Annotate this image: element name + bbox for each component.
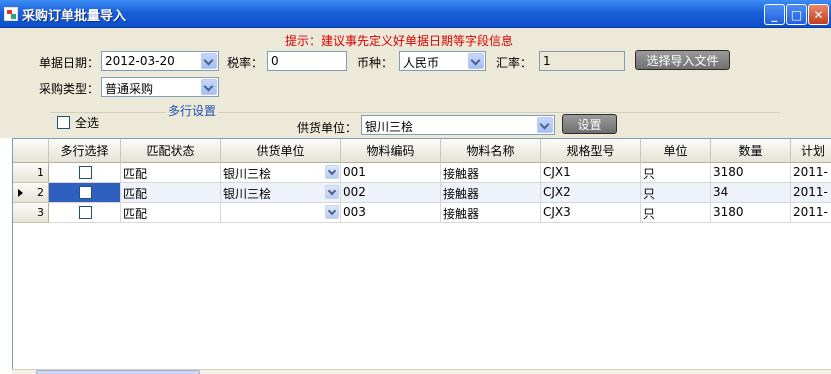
- doc-date-label: 单据日期：: [39, 56, 100, 70]
- quantity-cell[interactable]: 3180: [711, 163, 791, 183]
- material-code-cell[interactable]: 002: [341, 183, 441, 203]
- chevron-down-icon[interactable]: [537, 117, 553, 133]
- order-grid[interactable]: 多行选择 匹配状态 供货单位 物料编码 物料名称 规格型号 单位 数量 计划 1…: [12, 138, 831, 374]
- chevron-down-icon[interactable]: [325, 205, 339, 219]
- currency-select[interactable]: 人民币: [399, 51, 486, 71]
- supplier-select[interactable]: 银川三桧: [361, 115, 555, 135]
- column-header[interactable]: 单位: [641, 139, 711, 163]
- exchange-rate-input: 1: [539, 51, 625, 71]
- plan-date-cell[interactable]: 2011-: [791, 203, 831, 223]
- horizontal-scrollbar[interactable]: [12, 369, 831, 374]
- multi-select-cell[interactable]: [49, 203, 121, 223]
- column-header[interactable]: 数量: [711, 139, 791, 163]
- row-header-corner: [13, 139, 49, 163]
- hint-text: 提示：建议事先定义好单据日期等字段信息: [285, 34, 514, 48]
- close-button[interactable]: ✕: [808, 4, 829, 25]
- chevron-down-icon[interactable]: [201, 79, 217, 95]
- row-number-text: 2: [37, 186, 44, 199]
- row-number[interactable]: 3: [13, 203, 49, 223]
- supplier-cell-value: 银川三桧: [223, 187, 272, 201]
- column-header[interactable]: 供货单位: [221, 139, 341, 163]
- material-name-cell[interactable]: 接触器: [441, 163, 541, 183]
- match-status-cell[interactable]: 匹配: [121, 203, 221, 223]
- select-import-file-button[interactable]: 选择导入文件: [635, 50, 730, 70]
- supplier-value: 银川三桧: [365, 120, 414, 134]
- doc-date-picker[interactable]: 2012-03-20: [101, 51, 219, 71]
- supplier-cell[interactable]: [221, 203, 341, 223]
- currency-value: 人民币: [403, 56, 440, 70]
- spec-cell[interactable]: CJX2: [541, 183, 641, 203]
- quantity-cell[interactable]: 3180: [711, 203, 791, 223]
- match-status-cell[interactable]: 匹配: [121, 163, 221, 183]
- app-icon: [4, 7, 18, 21]
- column-header[interactable]: 物料名称: [441, 139, 541, 163]
- column-header[interactable]: 规格型号: [541, 139, 641, 163]
- spec-cell[interactable]: CJX3: [541, 203, 641, 223]
- currency-label: 币种：: [357, 56, 394, 70]
- unit-cell[interactable]: 只: [641, 183, 711, 203]
- unit-cell[interactable]: 只: [641, 163, 711, 183]
- title-bar: 采购订单批量导入 _ □ ✕: [0, 0, 831, 28]
- multi-select-cell[interactable]: [49, 183, 121, 203]
- purchase-type-value: 普通采购: [105, 82, 154, 96]
- purchase-type-select[interactable]: 普通采购: [101, 77, 219, 97]
- chevron-down-icon[interactable]: [325, 185, 339, 199]
- material-name-cell[interactable]: 接触器: [441, 203, 541, 223]
- plan-date-cell[interactable]: 2011-: [791, 183, 831, 203]
- row-checkbox[interactable]: [79, 186, 92, 199]
- set-button[interactable]: 设置: [562, 114, 617, 134]
- select-all-label: 全选: [75, 116, 100, 130]
- column-header[interactable]: 多行选择: [49, 139, 121, 163]
- supplier-cell[interactable]: 银川三桧: [221, 183, 341, 203]
- tax-rate-label: 税率：: [227, 56, 264, 70]
- doc-date-value: 2012-03-20: [105, 54, 175, 68]
- multi-select-cell[interactable]: [49, 163, 121, 183]
- chevron-down-icon[interactable]: [325, 165, 339, 179]
- multi-row-group-label: 多行设置: [166, 102, 219, 119]
- supplier-cell-value: 银川三桧: [223, 167, 272, 181]
- chevron-down-icon[interactable]: [468, 53, 484, 69]
- minimize-button[interactable]: _: [764, 4, 785, 25]
- quantity-cell[interactable]: 34: [711, 183, 791, 203]
- import-form: 提示：建议事先定义好单据日期等字段信息 单据日期： 2012-03-20 税率：…: [0, 28, 831, 138]
- window-title: 采购订单批量导入: [22, 9, 127, 24]
- maximize-button[interactable]: □: [786, 4, 807, 25]
- unit-cell[interactable]: 只: [641, 203, 711, 223]
- scrollbar-thumb[interactable]: [36, 370, 200, 374]
- material-code-cell[interactable]: 001: [341, 163, 441, 183]
- row-number[interactable]: 2: [13, 183, 49, 203]
- chevron-down-icon[interactable]: [201, 53, 217, 69]
- supplier-cell[interactable]: 银川三桧: [221, 163, 341, 183]
- column-header[interactable]: 计划: [791, 139, 831, 163]
- row-number[interactable]: 1: [13, 163, 49, 183]
- current-row-pointer-icon: [18, 189, 23, 197]
- supplier-label: 供货单位：: [297, 121, 358, 135]
- purchase-type-label: 采购类型：: [39, 82, 100, 96]
- material-name-cell[interactable]: 接触器: [441, 183, 541, 203]
- select-all-checkbox[interactable]: [57, 116, 70, 129]
- tax-rate-input[interactable]: 0: [267, 51, 347, 71]
- match-status-cell[interactable]: 匹配: [121, 183, 221, 203]
- row-checkbox[interactable]: [79, 206, 92, 219]
- column-header[interactable]: 物料编码: [341, 139, 441, 163]
- material-code-cell[interactable]: 003: [341, 203, 441, 223]
- spec-cell[interactable]: CJX1: [541, 163, 641, 183]
- exchange-rate-label: 汇率：: [496, 56, 533, 70]
- multi-row-group-divider: [50, 112, 780, 113]
- plan-date-cell[interactable]: 2011-: [791, 163, 831, 183]
- row-checkbox[interactable]: [79, 166, 92, 179]
- column-header[interactable]: 匹配状态: [121, 139, 221, 163]
